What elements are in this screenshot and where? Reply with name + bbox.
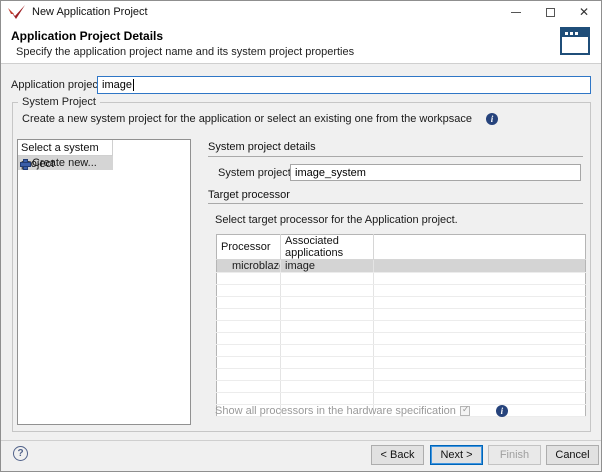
table-row-empty[interactable] bbox=[217, 393, 586, 405]
wizard-header: Application Project Details Specify the … bbox=[1, 23, 601, 64]
column-header-associated-applications[interactable]: Associated applications bbox=[281, 235, 374, 260]
separator bbox=[208, 156, 583, 157]
table-row-empty[interactable] bbox=[217, 273, 586, 285]
page-title: Application Project Details bbox=[11, 29, 163, 43]
processor-table[interactable]: Processor Associated applications microb… bbox=[216, 234, 586, 417]
system-project-list: Select a system project Create new... bbox=[17, 139, 191, 425]
info-icon[interactable]: i bbox=[486, 113, 498, 125]
system-project-name-input[interactable]: image_system bbox=[290, 164, 581, 181]
system-project-group: System Project Create a new system proje… bbox=[12, 102, 591, 432]
table-row-empty[interactable] bbox=[217, 321, 586, 333]
table-row-empty[interactable] bbox=[217, 309, 586, 321]
info-icon[interactable]: i bbox=[496, 405, 508, 417]
column-header-processor[interactable]: Processor bbox=[217, 235, 281, 260]
finish-button[interactable]: Finish bbox=[488, 445, 541, 465]
app-project-name-input[interactable]: image bbox=[97, 76, 591, 94]
window-controls: ✕ bbox=[499, 1, 601, 23]
maximize-icon bbox=[546, 8, 555, 17]
xilinx-logo-icon bbox=[8, 5, 26, 19]
table-row-empty[interactable] bbox=[217, 345, 586, 357]
cancel-button[interactable]: Cancel bbox=[546, 445, 599, 465]
app-project-name-value: image bbox=[102, 79, 132, 91]
system-project-details-title: System project details bbox=[208, 141, 316, 153]
table-row-empty[interactable] bbox=[217, 333, 586, 345]
window-title: New Application Project bbox=[32, 6, 148, 18]
help-icon: ? bbox=[17, 448, 23, 459]
table-row-empty[interactable] bbox=[217, 369, 586, 381]
new-window-wizard-icon bbox=[560, 27, 590, 55]
next-button[interactable]: Next > bbox=[430, 445, 483, 465]
table-row-empty[interactable] bbox=[217, 297, 586, 309]
close-icon: ✕ bbox=[579, 5, 589, 19]
table-row-empty[interactable] bbox=[217, 285, 586, 297]
table-row-microblaze[interactable]: microblaze_0 image bbox=[217, 260, 586, 273]
target-processor-description: Select target processor for the Applicat… bbox=[215, 214, 458, 226]
close-button[interactable]: ✕ bbox=[567, 1, 601, 23]
wizard-body: Application project name: image System P… bbox=[1, 64, 601, 440]
processor-table-header-row: Processor Associated applications bbox=[217, 235, 586, 260]
back-button[interactable]: < Back bbox=[371, 445, 424, 465]
help-button[interactable]: ? bbox=[13, 446, 28, 461]
title-bar: New Application Project ✕ bbox=[1, 1, 601, 23]
table-row-empty[interactable] bbox=[217, 381, 586, 393]
plus-icon bbox=[20, 159, 29, 168]
separator bbox=[208, 203, 583, 204]
text-caret bbox=[133, 79, 134, 91]
create-new-label: Create new... bbox=[32, 157, 97, 169]
button-bar: ? < Back Next > Finish Cancel bbox=[1, 441, 601, 471]
system-project-description: Create a new system project for the appl… bbox=[22, 113, 472, 125]
list-item-create-new[interactable]: Create new... bbox=[18, 156, 113, 170]
system-project-name-value: image_system bbox=[295, 167, 366, 179]
table-row-empty[interactable] bbox=[217, 357, 586, 369]
applications-cell[interactable]: image bbox=[281, 260, 374, 273]
target-processor-title: Target processor bbox=[208, 189, 290, 201]
page-subtitle: Specify the application project name and… bbox=[16, 46, 354, 58]
column-header-empty bbox=[374, 235, 586, 260]
minimize-button[interactable] bbox=[499, 1, 533, 23]
system-project-group-label: System Project bbox=[18, 96, 100, 108]
new-application-project-dialog: { "window": { "title": "New Application … bbox=[0, 0, 602, 472]
processor-cell[interactable]: microblaze_0 bbox=[217, 260, 281, 273]
show-all-processors-label: Show all processors in the hardware spec… bbox=[215, 405, 456, 417]
system-project-list-header[interactable]: Select a system project bbox=[18, 140, 113, 156]
minimize-icon bbox=[511, 12, 521, 13]
show-all-processors-checkbox[interactable] bbox=[460, 406, 470, 416]
maximize-button[interactable] bbox=[533, 1, 567, 23]
